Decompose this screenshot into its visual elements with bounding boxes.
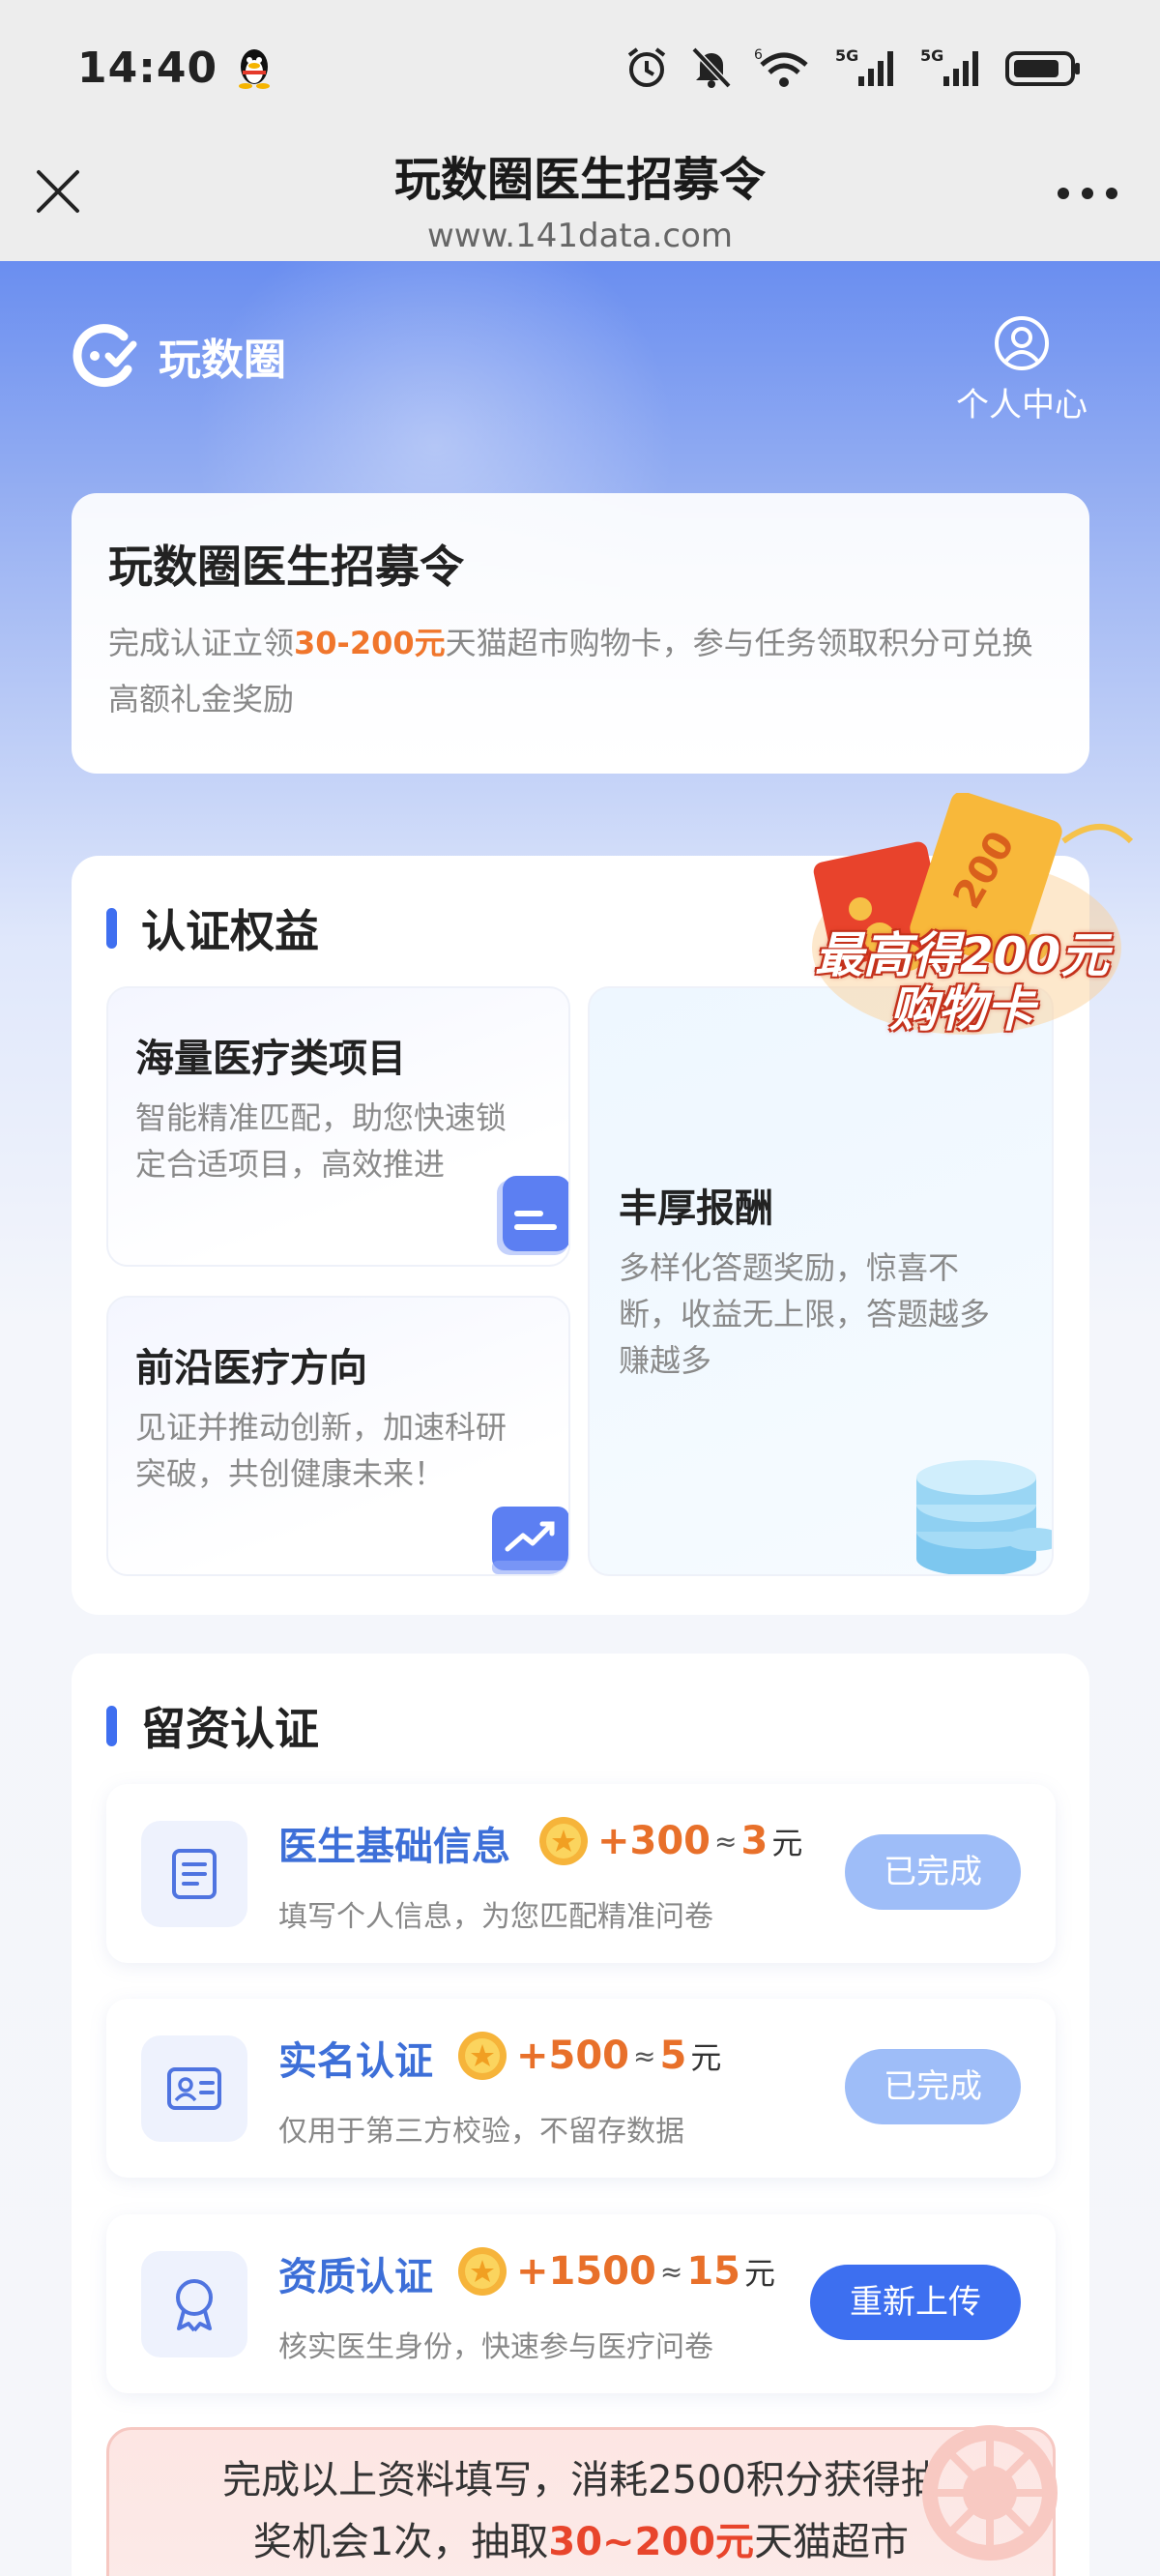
signal-5g-icon: 5G (835, 46, 893, 86)
brand-logo-icon (72, 324, 137, 388)
svg-text:5G: 5G (920, 46, 943, 65)
certification-section: 留资认证 医生基础信息 +300 ≈ 3 元 填写个人信息，为您匹配精准问卷 已… (72, 1654, 1089, 2576)
signal-5g-icon-2: 5G (920, 46, 978, 86)
benefit-description: 多样化答题奖励，惊喜不断，收益无上限，答题越多赚越多 (619, 1249, 991, 1379)
benefit-title: 海量医疗类项目 (135, 1037, 406, 1081)
main-content: 玩数圈 个人中心 玩数圈医生招募令 完成认证立领30-200元天猫超市购物卡，参… (0, 261, 1160, 2576)
svg-text:5G: 5G (835, 46, 858, 65)
task-title: 实名认证 (278, 2039, 433, 2084)
alarm-icon (627, 47, 666, 87)
battery-icon (1005, 51, 1080, 86)
benefit-description: 智能精准匹配，助您快速锁定合适项目，高效推进 (135, 1099, 508, 1183)
user-profile-icon (995, 316, 1049, 370)
benefit-card-frontier: 前沿医疗方向 见证并推动创新，加速科研突破，共创健康未来！ (106, 1296, 570, 1576)
task-description: 核实医生身份，快速参与医疗问卷 (278, 2330, 713, 2364)
lottery-range-highlight: 30~200元 (548, 2520, 755, 2564)
task-card-real-name: 实名认证 +500 ≈ 5 元 仅用于第三方校验，不留存数据 已完成 (106, 1999, 1056, 2178)
benefit-card-projects: 海量医疗类项目 智能精准匹配，助您快速锁定合适项目，高效推进 (106, 986, 570, 1267)
wifi-icon: 6 (754, 47, 808, 87)
badge-icon (176, 2279, 213, 2332)
status-icons: 6 5G 5G (624, 45, 1083, 90)
completed-button[interactable]: 已完成 (845, 2049, 1021, 2124)
reward-points: +300 (597, 1819, 711, 1863)
reward-points: +500 (516, 2034, 630, 2078)
lottery-notice: 完成以上资料填写，消耗2500积分获得抽奖机会1次，抽取30~200元天猫超市 (106, 2425, 1058, 2576)
mute-bell-icon (691, 46, 732, 89)
task-description: 仅用于第三方校验，不留存数据 (278, 2115, 684, 2149)
user-center-label: 个人中心 (956, 386, 1088, 424)
svg-text:6: 6 (754, 47, 763, 63)
browser-nav-bar: 玩数圈医生招募令 www.141data.com (0, 135, 1160, 261)
document-icon (172, 1849, 217, 1899)
coin-stack-icon (916, 1460, 1052, 1574)
reupload-button[interactable]: 重新上传 (810, 2265, 1021, 2340)
promo-text: 最高得200元 购物卡 (814, 927, 1110, 1038)
reward-yuan: 5 (659, 2034, 687, 2078)
benefit-title: 前沿医疗方向 (135, 1346, 367, 1390)
task-description: 填写个人信息，为您匹配精准问卷 (278, 1900, 713, 1934)
intro-description: 完成认证立领30-200元天猫超市购物卡，参与任务领取积分可兑换高额礼金奖励 (108, 625, 1033, 717)
reward-range-highlight: 30-200元 (294, 625, 446, 661)
task-title: 医生基础信息 (278, 1825, 510, 1869)
coin-icon (458, 2032, 507, 2080)
reward-points: +1500 (516, 2249, 656, 2294)
brand-name: 玩数圈 (159, 336, 286, 385)
reward-yuan: 15 (686, 2249, 740, 2294)
benefits-section-title: 认证权益 (106, 896, 319, 960)
completed-button[interactable]: 已完成 (845, 1834, 1021, 1910)
lottery-wheel-icon (922, 2425, 1058, 2561)
intro-card: 玩数圈医生招募令 完成认证立领30-200元天猫超市购物卡，参与任务领取积分可兑… (72, 493, 1089, 774)
task-reward: +300 ≈ 3 元 (537, 1815, 802, 1867)
status-bar: 14:40 6 5G 5G (0, 0, 1160, 135)
user-center-button[interactable]: 个人中心 (949, 314, 1094, 425)
qq-penguin-icon (239, 49, 271, 89)
intro-title: 玩数圈医生招募令 (108, 541, 464, 593)
benefit-description: 见证并推动创新，加速科研突破，共创健康未来！ (135, 1409, 508, 1492)
brand-header: 玩数圈 (70, 319, 286, 393)
task-card-qualification: 资质认证 +1500 ≈ 15 元 核实医生身份，快速参与医疗问卷 重新上传 (106, 2214, 1056, 2393)
benefit-title: 丰厚报酬 (619, 1186, 773, 1231)
coin-icon (539, 1817, 588, 1865)
status-time: 14:40 (77, 43, 218, 93)
page-url: www.141data.com (426, 217, 733, 255)
id-card-icon (167, 2067, 221, 2110)
task-reward: +500 ≈ 5 元 (456, 2030, 721, 2082)
more-options-icon[interactable] (1054, 184, 1121, 203)
page-title: 玩数圈医生招募令 (393, 153, 766, 207)
task-reward: +1500 ≈ 15 元 (456, 2245, 775, 2298)
trend-chart-icon (492, 1507, 568, 1574)
task-title: 资质认证 (278, 2255, 433, 2299)
reward-yuan: 3 (740, 1819, 768, 1863)
certification-section-title: 留资认证 (106, 1694, 319, 1758)
coin-icon (458, 2247, 507, 2296)
benefit-card-rewards: 丰厚报酬 多样化答题奖励，惊喜不断，收益无上限，答题越多赚越多 (588, 986, 1054, 1576)
promo-badge: 200 最高得200元 购物卡 (783, 791, 1141, 1054)
lottery-notice-text: 完成以上资料填写，消耗2500积分获得抽奖机会1次，抽取30~200元天猫超市 (222, 2458, 940, 2564)
task-card-basic-info: 医生基础信息 +300 ≈ 3 元 填写个人信息，为您匹配精准问卷 已完成 (106, 1784, 1056, 1963)
document-stack-icon (497, 1176, 568, 1255)
